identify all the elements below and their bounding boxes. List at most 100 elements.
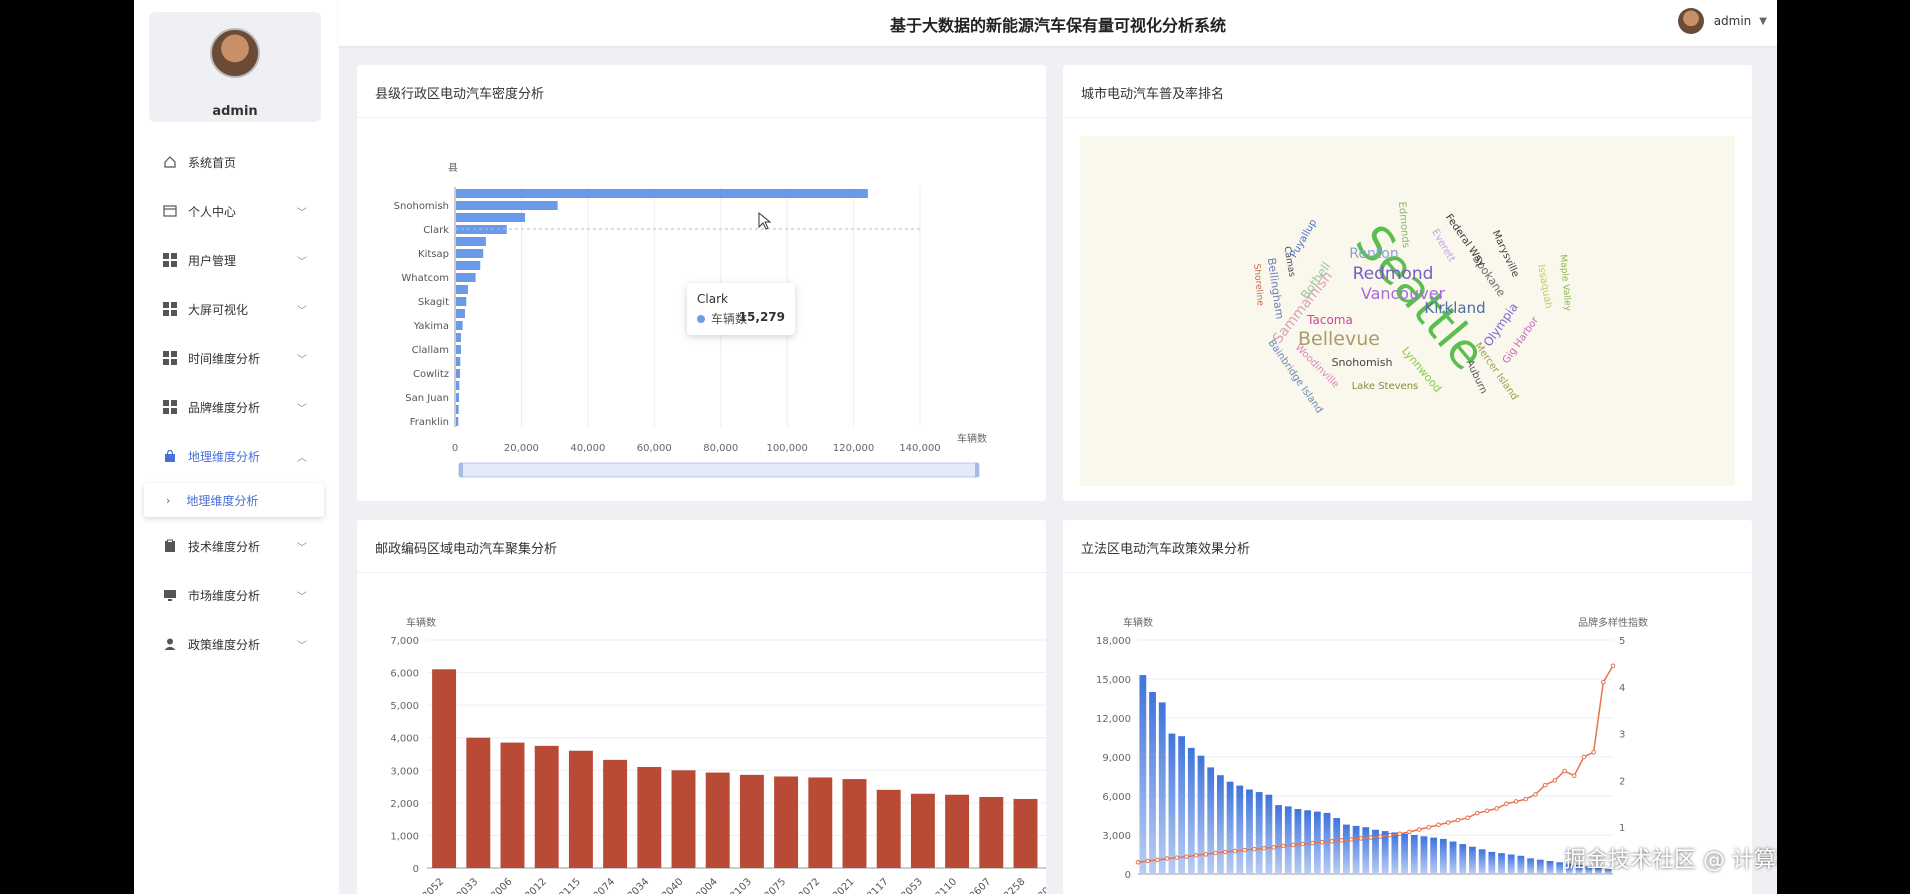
bar [1197,755,1205,874]
bar [603,759,628,868]
bar [1410,835,1418,874]
y-tick-label-left: 15,000 [1096,675,1131,686]
sidebar-subitem-geo-analysis[interactable]: › 地理维度分析 [144,483,324,517]
chart-tooltip: Clark 车辆数 15,279 [687,283,795,335]
bar [637,767,662,868]
profile-name: admin [212,104,258,119]
app-window: admin 系统首页 个人中心 ﹀ 用户管理 ﹀ 大屏可视化 ﹀ 时间维度分析 … [134,0,1777,894]
sidebar-item-geo-analysis[interactable]: 地理维度分析 ︿ [134,436,339,476]
y-tick-label: Clallam [412,345,449,356]
y-tick-label: 3,000 [390,766,419,777]
x-tick-label: 98038 [1032,876,1046,894]
bar [500,742,525,868]
bar [1517,855,1525,874]
zoom-handle-right [975,463,979,477]
sidebar-item-policy-analysis[interactable]: 政策维度分析 ﹀ [134,624,339,664]
bar [1217,775,1224,874]
y-tick-label: 5,000 [390,701,419,712]
sidebar-item-market-analysis[interactable]: 市场维度分析 ﹀ [134,575,339,615]
x-tick-label: 98052 [416,876,446,894]
sidebar-item-tech-analysis[interactable]: 技术维度分析 ﹀ [134,526,339,566]
line-point [1193,852,1199,858]
word-bellevue: Bellevue [1298,328,1380,350]
sidebar-item-label: 技术维度分析 [188,539,261,554]
bar [456,417,459,426]
bar [1420,836,1428,874]
grid-icon [162,399,178,415]
line-point [1222,849,1228,855]
sidebar-item-profile[interactable]: 个人中心 ﹀ [134,191,339,231]
sidebar-item-big-screen[interactable]: 大屏可视化 ﹀ [134,289,339,329]
bar [568,750,593,868]
x-tick-label: 100,000 [766,443,807,454]
user-menu[interactable]: admin ▼ [1677,8,1767,34]
line-point [1571,773,1577,779]
bar [1381,831,1389,874]
bar [842,779,867,868]
bar [456,357,461,366]
y-tick-label-right: 3 [1619,730,1625,741]
chevron-down-icon: ﹀ [297,305,307,317]
legislative-policy-panel: 立法区电动汽车政策效果分析 0 3,000 6,000 9,000 12,000 15,0… [1063,520,1752,894]
line-point [1348,837,1354,842]
sidebar-item-brand-analysis[interactable]: 品牌维度分析 ﹀ [134,387,339,427]
bar [910,793,935,868]
line-point [1542,782,1548,788]
chevron-down-icon: ﹀ [297,542,307,554]
city-word-cloud[interactable]: SeattleBellevueRedmondVancouverKirklandR… [1063,65,1752,501]
y-tick-label: San Juan [405,393,449,404]
caret-down-icon: ▼ [1759,15,1767,27]
y-tick-label-right: 1 [1619,823,1625,834]
bar [456,261,481,270]
x-tick-label: 98103 [724,876,754,894]
chevron-down-icon: ﹀ [297,354,307,366]
line-point [1242,847,1247,853]
word-bellingham: Bellingham [1265,257,1286,320]
sidebar-item-home[interactable]: 系统首页 [134,142,339,182]
x-tick-label: 98012 [519,876,549,894]
bar [456,345,461,354]
sidebar-item-users[interactable]: 用户管理 ﹀ [134,240,339,280]
line-point [1174,855,1180,860]
word-maple-valley: Maple Valley [1558,254,1573,312]
y-tick-label: 2,000 [390,799,419,810]
zoom-handle-left [459,463,463,477]
x-tick-label: 20,000 [504,443,539,454]
x-axis-title: 车辆数 [957,432,987,445]
line-point [1358,836,1364,841]
legislative-combo-chart[interactable]: 0 3,000 6,000 9,000 12,000 15,000 18,000 1 2 3 4 5 车… [1063,520,1752,894]
bar [1469,846,1476,874]
sidebar-item-label: 地理维度分析 [188,449,261,464]
bar [1401,833,1408,874]
word-renton: Renton [1349,246,1399,262]
line-point [1513,799,1519,804]
bar [1391,832,1399,874]
y-tick-label: 1,000 [390,831,419,842]
y-tick-label-left: 0 [1125,870,1131,881]
y-tick-label: 6,000 [390,669,419,680]
bar [456,273,476,282]
zip-bar-chart[interactable]: 01,0002,0003,0004,0005,0006,0007,000车辆数邮… [357,520,1046,894]
line-point [1455,817,1461,823]
bar [1304,810,1312,874]
bar [1478,849,1486,874]
bar [456,237,486,246]
y-tick-label: 0 [413,864,419,875]
bar [1013,798,1038,868]
tooltip-value: 15,279 [738,310,785,324]
series-dot [697,315,705,323]
y-tick-label: Kitsap [418,249,449,260]
bag-icon [162,448,178,464]
county-density-panel: 县级行政区电动汽车密度分析 0 20,000 40,000 60,000 80,000 1… [357,65,1046,501]
x-tick-label: 140,000 [899,443,940,454]
bar [1556,862,1564,874]
x-tick-label: 98021 [826,876,856,894]
y-tick-label-right: 5 [1619,636,1625,647]
y-tick-label-left: 3,000 [1102,831,1131,842]
avatar[interactable] [210,28,260,78]
y-axis-title-right: 品牌多样性指数 [1578,616,1648,629]
sidebar-item-time-analysis[interactable]: 时间维度分析 ﹀ [134,338,339,378]
x-tick-label: 120,000 [833,443,874,454]
line-point [1523,796,1529,802]
y-tick-label: Franklin [410,417,449,428]
